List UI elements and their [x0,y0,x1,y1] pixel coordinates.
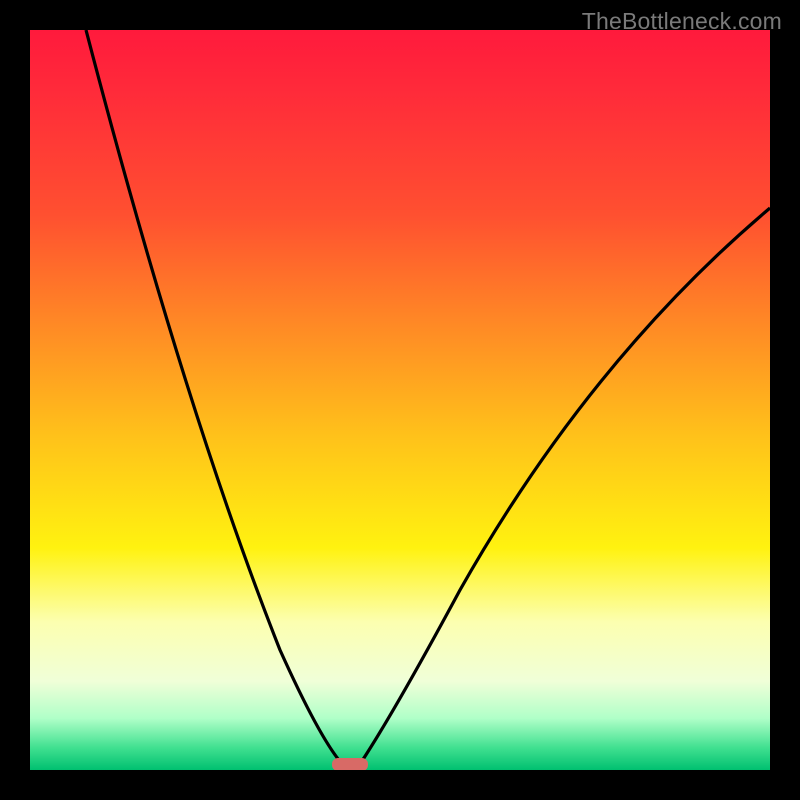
left-branch-curve [86,30,348,770]
right-branch-curve [356,208,770,770]
plot-area [30,30,770,770]
watermark-text: TheBottleneck.com [582,8,782,35]
minimum-marker [332,758,368,770]
bottleneck-curves [30,30,770,770]
